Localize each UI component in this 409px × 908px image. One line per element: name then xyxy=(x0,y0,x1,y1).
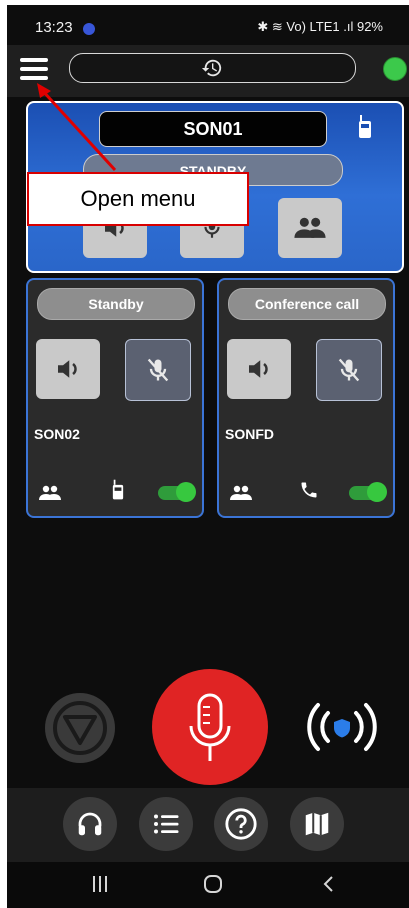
hamburger-menu-icon[interactable] xyxy=(20,58,48,80)
phone-icon xyxy=(301,482,317,498)
system-navigation-bar xyxy=(7,862,409,908)
channel-status: Conference call xyxy=(228,288,386,320)
mic-mute-button[interactable] xyxy=(316,339,382,401)
channel-toggle[interactable] xyxy=(349,482,387,502)
help-icon xyxy=(225,808,257,840)
microphone-icon xyxy=(189,693,231,761)
help-button[interactable] xyxy=(214,797,268,851)
home-icon[interactable] xyxy=(203,874,223,894)
channel-cell-sonfd[interactable]: Conference call SONFD xyxy=(217,278,395,518)
mic-mute-button[interactable] xyxy=(125,339,191,401)
speaker-icon xyxy=(58,360,77,378)
stop-icon xyxy=(53,701,107,755)
map-icon xyxy=(305,812,329,836)
history-clock-icon xyxy=(201,59,222,77)
group-icon xyxy=(39,485,61,500)
main-channel-name: SON01 xyxy=(99,111,327,147)
channel-cell-son02[interactable]: Standby SON02 xyxy=(26,278,204,518)
status-indicators: ✱ ≋ Vo) LTE1 .ıl 92% xyxy=(257,19,383,34)
top-bar xyxy=(7,45,409,97)
broadcast-shield-icon xyxy=(307,703,377,751)
bottom-navigation xyxy=(7,788,409,862)
walkie-talkie-icon xyxy=(359,115,371,138)
back-icon[interactable] xyxy=(321,874,335,894)
notification-icon xyxy=(83,23,95,35)
open-menu-callout: Open menu xyxy=(27,172,249,226)
group-icon xyxy=(230,485,252,500)
speaker-button[interactable] xyxy=(36,339,100,399)
walkie-talkie-icon xyxy=(112,479,124,500)
connection-status-indicator xyxy=(383,57,407,81)
mic-muted-icon xyxy=(147,358,169,382)
broadcast-button[interactable] xyxy=(302,697,382,757)
map-button[interactable] xyxy=(290,797,344,851)
recents-icon[interactable] xyxy=(92,874,108,894)
speaker-button[interactable] xyxy=(227,339,291,399)
list-button[interactable] xyxy=(139,797,193,851)
group-icon xyxy=(294,217,326,238)
channel-status: Standby xyxy=(37,288,195,320)
stop-button[interactable] xyxy=(45,693,115,763)
headset-button[interactable] xyxy=(63,797,117,851)
app-screen: 13:23 ✱ ≋ Vo) LTE1 .ıl 92% SON01 STANDBY xyxy=(7,5,409,908)
mic-muted-icon xyxy=(338,358,360,382)
channel-name: SON02 xyxy=(34,426,80,442)
list-icon xyxy=(154,814,179,834)
status-time: 13:23 xyxy=(35,19,73,36)
speaker-icon xyxy=(249,360,268,378)
main-group-button[interactable] xyxy=(278,198,342,258)
headset-icon xyxy=(78,812,102,836)
push-to-talk-button[interactable] xyxy=(152,669,268,785)
channel-toggle[interactable] xyxy=(158,482,196,502)
history-button[interactable] xyxy=(69,53,356,83)
status-bar: 13:23 ✱ ≋ Vo) LTE1 .ıl 92% xyxy=(7,5,409,45)
channel-name: SONFD xyxy=(225,426,274,442)
